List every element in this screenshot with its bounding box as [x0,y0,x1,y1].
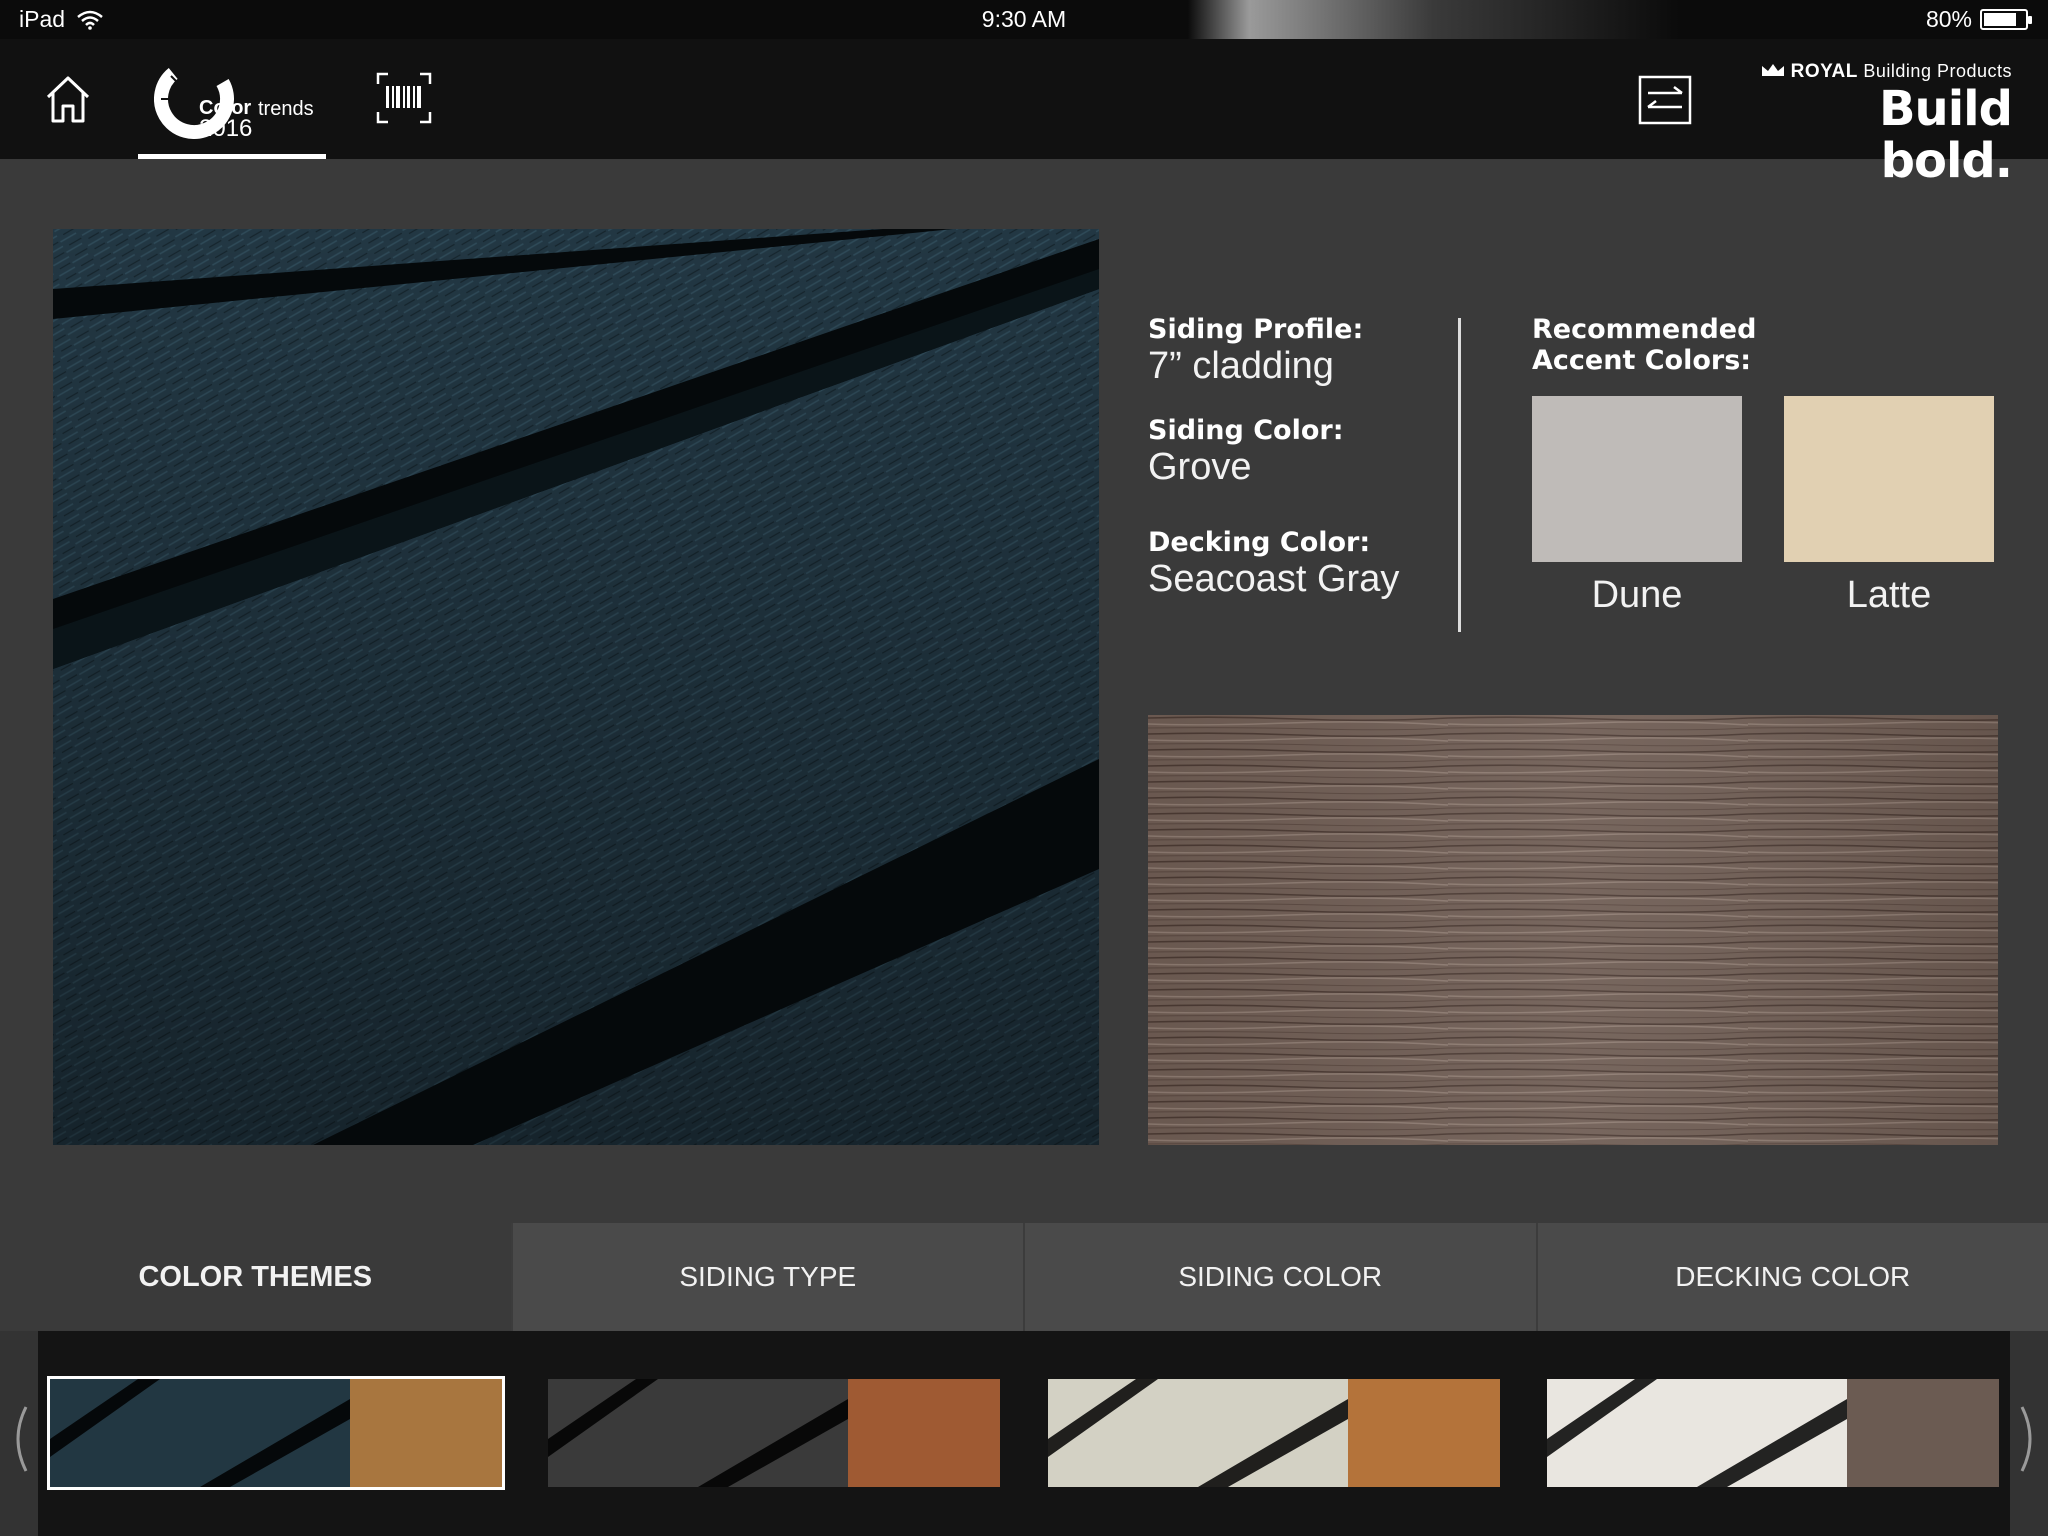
color-theme-thumbnail[interactable] [47,1376,505,1490]
siding-sample-image [53,229,1099,1145]
compare-icon[interactable] [1638,75,1692,125]
accent-swatch-latte[interactable] [1784,396,1994,562]
color-trends-year: 2016 [199,115,253,142]
theme-decking-swatch [1348,1379,1500,1487]
active-tab-indicator [138,154,326,159]
siding-color-value: Grove [1148,446,1252,488]
status-time: 9:30 AM [981,6,1067,32]
brand-company: ROYAL [1790,61,1858,82]
tab-decking-color[interactable]: DECKING COLOR [1535,1223,2048,1331]
siding-color-label: Siding Color: [1148,415,1344,446]
category-tabs: COLOR THEMES SIDING TYPE SIDING COLOR DE… [0,1223,2048,1331]
theme-carousel [0,1331,2048,1536]
barcode-scan-icon[interactable] [376,72,432,124]
tab-siding-type[interactable]: SIDING TYPE [510,1223,1023,1331]
theme-decking-swatch [1847,1379,1999,1487]
top-nav: Color trends 2016 ROYAL Building Product… [0,39,2048,187]
decking-color-label: Decking Color: [1148,527,1371,558]
theme-siding-swatch [548,1379,848,1487]
status-bar: iPad 9:30 AM 80% [0,0,2048,39]
siding-profile-label: Siding Profile: [1148,314,1364,345]
color-theme-thumbnail[interactable] [1048,1379,1500,1487]
theme-decking-swatch [350,1379,502,1487]
accent-swatch-label: Latte [1846,574,1932,616]
accent-title-line2: Accent Colors: [1532,345,1752,376]
crown-icon [1762,64,1785,76]
decking-color-value: Seacoast Gray [1148,558,1400,600]
tab-siding-color[interactable]: SIDING COLOR [1023,1223,1536,1331]
accent-swatch-label: Dune [1591,574,1683,616]
accent-title-line1: Recommended [1532,314,1757,345]
color-trends-tab[interactable]: Color trends 2016 [138,39,326,159]
tab-color-themes[interactable]: COLOR THEMES [0,1223,511,1331]
color-theme-thumbnail[interactable] [1547,1379,1999,1487]
siding-details: Siding Profile: 7” cladding Siding Color… [1148,314,1438,628]
home-icon[interactable] [44,73,92,125]
decking-sample-image [1148,715,1998,1145]
accent-colors-title: Recommended Accent Colors: [1532,314,1756,376]
theme-siding-swatch [50,1379,350,1487]
theme-decking-swatch [848,1379,1000,1487]
siding-profile-value: 7” cladding [1148,345,1334,387]
chevron-right-icon[interactable] [2014,1399,2044,1479]
brand-tagline: Build bold. [1878,81,2013,189]
theme-siding-swatch [1048,1379,1348,1487]
battery-level [1984,13,2016,26]
accent-swatch-dune[interactable] [1532,396,1742,562]
battery-percent: 80% [1925,6,1972,32]
battery-icon [1980,9,2032,30]
theme-siding-swatch [1547,1379,1847,1487]
brand-logo: ROYAL Building Products Build bold. [1742,61,2013,187]
details-divider [1458,318,1461,632]
color-theme-thumbnail[interactable] [548,1379,1000,1487]
color-trends-word2: trends [258,98,314,120]
brand-company-suffix: Building Products [1863,61,2012,81]
chevron-left-icon[interactable] [4,1399,34,1479]
